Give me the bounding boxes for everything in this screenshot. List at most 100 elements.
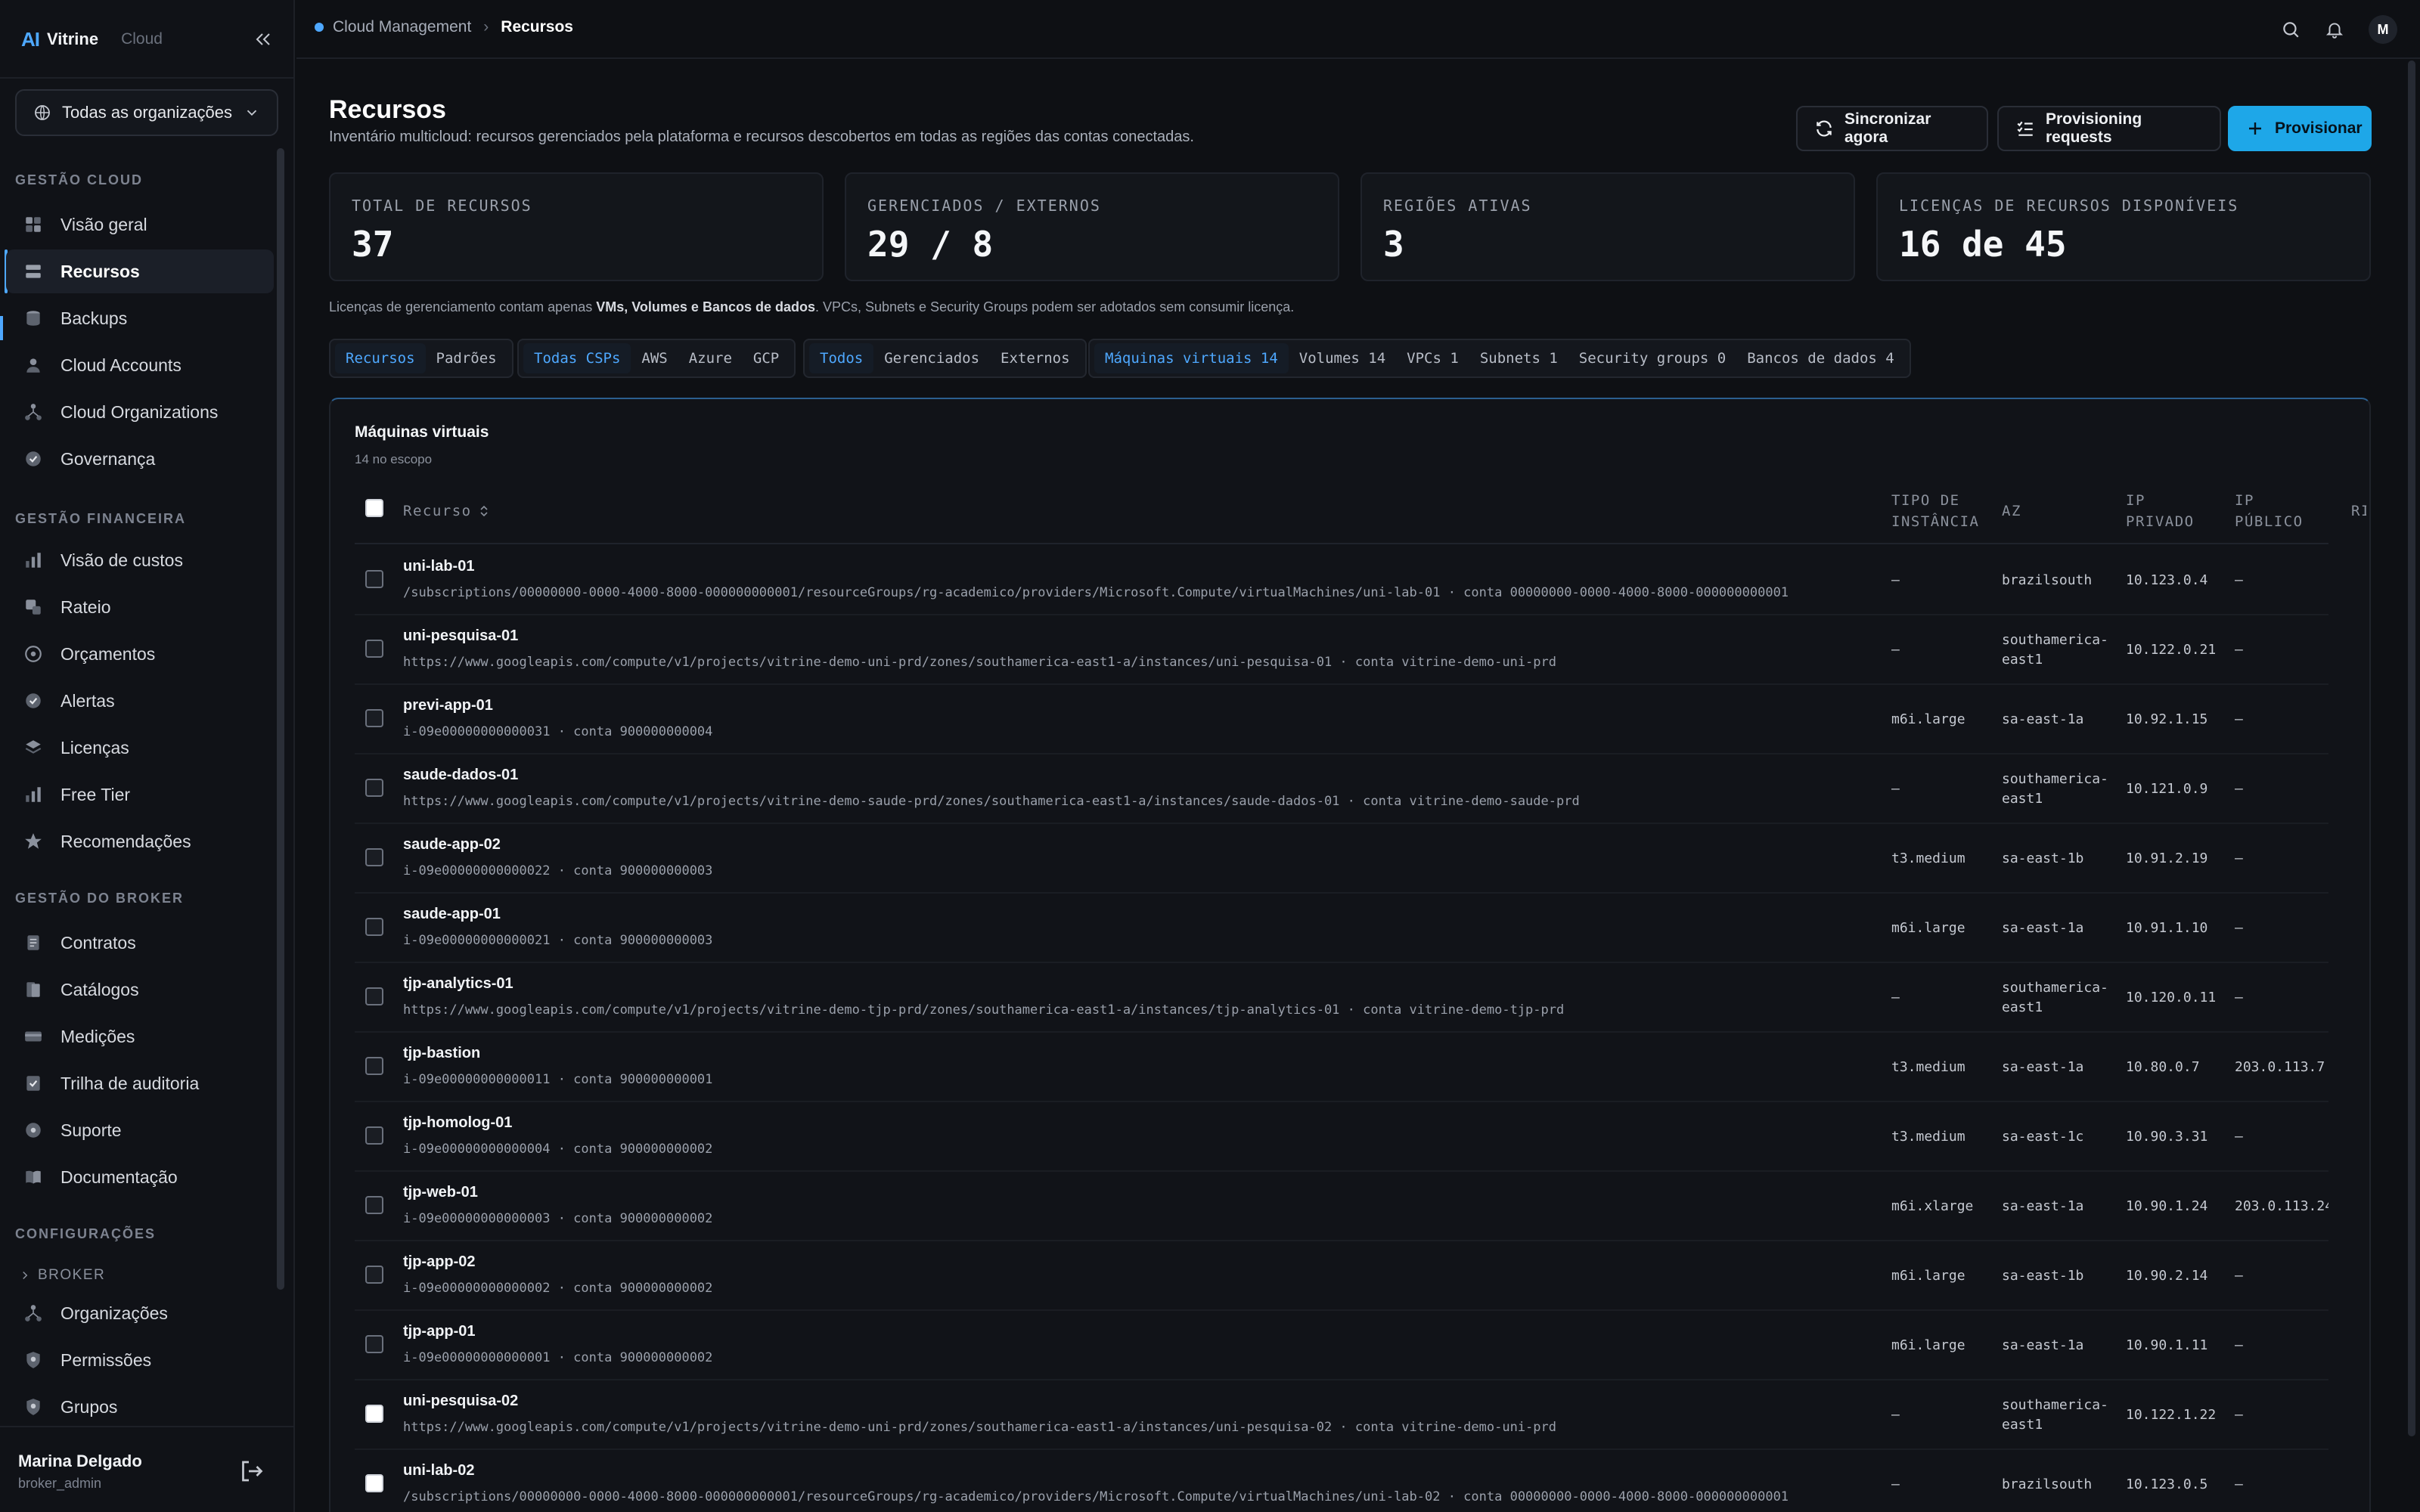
- collapse-sidebar-button[interactable]: [250, 26, 277, 53]
- row-checkbox[interactable]: [365, 1335, 383, 1353]
- sidebar-item-rateio[interactable]: Rateio: [6, 585, 274, 629]
- resource-name[interactable]: uni-pesquisa-02: [403, 1393, 518, 1410]
- resource-name[interactable]: saude-app-02: [403, 836, 501, 854]
- resource-name[interactable]: uni-lab-01: [403, 558, 474, 575]
- filter-externos[interactable]: Externos: [990, 343, 1081, 373]
- org-select[interactable]: Todas as organizações: [15, 89, 278, 136]
- filter-azure[interactable]: Azure: [678, 343, 743, 373]
- resource-name[interactable]: saude-app-01: [403, 906, 501, 923]
- row-checkbox[interactable]: [365, 640, 383, 658]
- table-row[interactable]: tjp-web-01 i-09e00000000000003 · conta 90…: [355, 1172, 2328, 1241]
- resource-name[interactable]: uni-lab-02: [403, 1462, 474, 1479]
- col-instance-type[interactable]: TIPO DE INSTÂNCIA: [1891, 490, 1990, 532]
- row-checkbox[interactable]: [365, 1126, 383, 1145]
- sidebar-item-cloud-organizations[interactable]: Cloud Organizations: [6, 390, 274, 434]
- filter-vms[interactable]: Máquinas virtuais 14: [1094, 343, 1289, 373]
- table-row[interactable]: tjp-analytics-01 https://www.googleapis.c…: [355, 963, 2328, 1033]
- col-private-ip[interactable]: IP PRIVADO: [2126, 490, 2209, 532]
- sidebar-item-medicoes[interactable]: Medições: [6, 1015, 274, 1058]
- row-checkbox[interactable]: [365, 1196, 383, 1214]
- filter-volumes[interactable]: Volumes 14: [1289, 343, 1396, 373]
- brand[interactable]: AI Vitrine Cloud: [21, 26, 163, 53]
- filter-all-csps[interactable]: Todas CSPs: [523, 343, 631, 373]
- sidebar-item-visao-geral[interactable]: Visão geral: [6, 203, 274, 246]
- table-row[interactable]: saude-app-02 i-09e00000000000022 · conta …: [355, 824, 2328, 894]
- avatar[interactable]: M: [2369, 15, 2397, 44]
- provision-button[interactable]: Provisionar: [2228, 106, 2372, 151]
- sidebar-item-contratos[interactable]: Contratos: [6, 921, 274, 965]
- filter-security-groups[interactable]: Security groups 0: [1568, 343, 1736, 373]
- resource-name[interactable]: previ-app-01: [403, 697, 493, 714]
- row-checkbox[interactable]: [365, 570, 383, 588]
- row-checkbox[interactable]: [365, 848, 383, 866]
- table-row[interactable]: uni-pesquisa-02 https://www.googleapis.co…: [355, 1380, 2328, 1450]
- sidebar-item-organizacoes[interactable]: Organizações: [6, 1291, 274, 1335]
- filter-todos[interactable]: Todos: [809, 343, 874, 373]
- resource-name[interactable]: tjp-app-01: [403, 1323, 476, 1340]
- row-checkbox[interactable]: [365, 1057, 383, 1075]
- logout-button[interactable]: [237, 1458, 268, 1488]
- table-row[interactable]: previ-app-01 i-09e00000000000031 · conta …: [355, 685, 2328, 754]
- resource-name[interactable]: tjp-web-01: [403, 1184, 478, 1201]
- sidebar-item-cloud-accounts[interactable]: Cloud Accounts: [6, 343, 274, 387]
- sidebar-item-catalogos[interactable]: Catálogos: [6, 968, 274, 1012]
- table-row[interactable]: tjp-homolog-01 i-09e00000000000004 · cont…: [355, 1102, 2328, 1172]
- resource-name[interactable]: tjp-app-02: [403, 1253, 476, 1271]
- col-public-ip[interactable]: IP PÚBLICO: [2235, 490, 2318, 532]
- col-region[interactable]: RI: [2351, 500, 2366, 522]
- row-checkbox[interactable]: [365, 709, 383, 727]
- filter-gerenciados[interactable]: Gerenciados: [873, 343, 990, 373]
- sidebar-item-recomendacoes[interactable]: Recomendações: [6, 820, 274, 863]
- table-row[interactable]: uni-lab-01/subscriptions/00000000-0000-4…: [355, 546, 2328, 615]
- row-checkbox[interactable]: [365, 987, 383, 1005]
- breadcrumb-parent[interactable]: Cloud Management: [333, 18, 471, 36]
- search-button[interactable]: [2278, 17, 2304, 42]
- sidebar-item-permissoes[interactable]: Permissões: [6, 1338, 274, 1382]
- server-icon: [23, 261, 44, 282]
- filter-gcp[interactable]: GCP: [743, 343, 790, 373]
- sidebar-item-backups[interactable]: Backups: [6, 296, 274, 340]
- broker-group-toggle[interactable]: BROKER: [18, 1267, 105, 1284]
- table-row[interactable]: tjp-app-01 i-09e00000000000001 · conta 90…: [355, 1311, 2328, 1380]
- sidebar-item-documentacao[interactable]: Documentação: [6, 1155, 274, 1199]
- provisioning-requests-button[interactable]: Provisioning requests: [1997, 106, 2221, 151]
- sidebar-item-suporte[interactable]: Suporte: [6, 1108, 274, 1152]
- sidebar-item-orcamentos[interactable]: Orçamentos: [6, 632, 274, 676]
- sync-now-button[interactable]: Sincronizar agora: [1796, 106, 1988, 151]
- sidebar-item-licencas[interactable]: Licenças: [6, 726, 274, 770]
- table-row[interactable]: uni-lab-02/subscriptions/00000000-0000-4…: [355, 1450, 2328, 1512]
- resource-name[interactable]: uni-pesquisa-01: [403, 627, 518, 645]
- filter-aws[interactable]: AWS: [631, 343, 678, 373]
- filter-databases[interactable]: Bancos de dados 4: [1736, 343, 1904, 373]
- filter-vpcs[interactable]: VPCs 1: [1396, 343, 1469, 373]
- sidebar-item-alertas[interactable]: Alertas: [6, 679, 274, 723]
- filter-subnets[interactable]: Subnets 1: [1469, 343, 1568, 373]
- sidebar-item-trilha-auditoria[interactable]: Trilha de auditoria: [6, 1061, 274, 1105]
- sidebar-item-visao-custos[interactable]: Visão de custos: [6, 538, 274, 582]
- table-row[interactable]: saude-dados-01 https://www.googleapis.com…: [355, 754, 2328, 824]
- select-all-checkbox[interactable]: [365, 499, 383, 517]
- row-checkbox[interactable]: [365, 1405, 383, 1423]
- sidebar-item-grupos[interactable]: Grupos: [6, 1385, 274, 1426]
- row-checkbox[interactable]: [365, 1266, 383, 1284]
- col-az[interactable]: AZ: [2002, 500, 2021, 522]
- sidebar-item-governanca[interactable]: Governança: [6, 437, 274, 481]
- table-row[interactable]: tjp-app-02 i-09e00000000000002 · conta 90…: [355, 1241, 2328, 1311]
- filter-recursos[interactable]: Recursos: [335, 343, 426, 373]
- row-checkbox[interactable]: [365, 779, 383, 797]
- row-checkbox[interactable]: [365, 918, 383, 936]
- table-row[interactable]: saude-app-01 i-09e00000000000021 · conta …: [355, 894, 2328, 963]
- resource-name[interactable]: saude-dados-01: [403, 767, 518, 784]
- table-row[interactable]: tjp-bastion i-09e00000000000011 · conta 9…: [355, 1033, 2328, 1102]
- sidebar-item-recursos[interactable]: Recursos: [6, 249, 274, 293]
- resource-name[interactable]: tjp-analytics-01: [403, 975, 513, 993]
- table-row[interactable]: uni-pesquisa-01 https://www.googleapis.co…: [355, 615, 2328, 685]
- resource-name[interactable]: tjp-homolog-01: [403, 1114, 512, 1132]
- col-resource[interactable]: Recurso: [403, 500, 490, 522]
- filter-padroes[interactable]: Padrões: [426, 343, 507, 373]
- row-checkbox[interactable]: [365, 1474, 383, 1492]
- notifications-button[interactable]: [2322, 17, 2347, 42]
- card-icon: [23, 1026, 44, 1047]
- resource-name[interactable]: tjp-bastion: [403, 1045, 480, 1062]
- sidebar-item-free-tier[interactable]: Free Tier: [6, 773, 274, 816]
